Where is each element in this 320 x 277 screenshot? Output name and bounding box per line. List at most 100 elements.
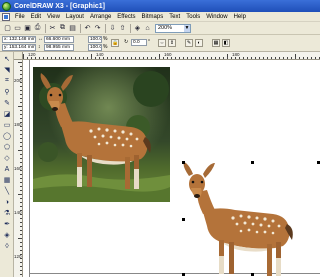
ruler-tick (147, 57, 148, 59)
selection-handle[interactable] (251, 273, 254, 276)
y-position-field[interactable]: y: 153.164 mm (2, 44, 36, 51)
height-field[interactable]: 98.955 mm (44, 44, 74, 51)
width-field[interactable]: 66.600 mm (44, 36, 74, 43)
ruler-label: 140 (14, 210, 22, 215)
app-launcher-icon[interactable]: ◈ (133, 24, 142, 33)
shape-tool-icon[interactable]: ◥ (2, 65, 12, 75)
toolbar-separator (45, 23, 46, 33)
scale-height-field[interactable]: 100.0 (88, 44, 102, 51)
table-tool-icon[interactable]: ▦ (2, 175, 12, 185)
trace-bitmap-icon[interactable]: ◐ (195, 39, 203, 47)
import-icon[interactable]: ⇩ (108, 24, 117, 33)
ruler-tick (20, 250, 22, 251)
ruler-tick (20, 134, 22, 135)
mirror-vertical-icon[interactable]: ⇕ (168, 39, 176, 47)
menu-text[interactable]: Text (166, 14, 183, 20)
smart-fill-icon[interactable]: ◪ (2, 109, 12, 119)
selection-handle[interactable] (182, 273, 185, 276)
ruler-tick (43, 57, 44, 59)
ruler-tick (247, 57, 248, 59)
ruler-tick (20, 190, 22, 191)
chevron-down-icon[interactable]: ▼ (184, 24, 190, 32)
ruler-tick (139, 57, 140, 59)
ruler-tick (303, 57, 304, 59)
interactive-blend-icon[interactable]: ◑ (2, 197, 12, 207)
ruler-tick (283, 57, 284, 59)
horizontal-ruler[interactable]: 120 140 160 180 (14, 52, 320, 60)
ruler-tick (115, 57, 116, 59)
menu-view[interactable]: View (44, 14, 63, 20)
ruler-label: 120 (28, 52, 36, 57)
eyedropper-tool-icon[interactable]: ⚗ (2, 208, 12, 218)
connector-tool-icon[interactable]: ╲ (2, 186, 12, 196)
ruler-tick (203, 57, 204, 59)
undo-icon[interactable]: ↶ (83, 24, 92, 33)
color-mask-icon[interactable]: ◧ (222, 39, 230, 47)
x-position-field[interactable]: x: 132.148 mm (2, 36, 36, 43)
mirror-horizontal-icon[interactable]: ⇔ (158, 39, 166, 47)
welcome-icon[interactable]: ⌂ (143, 24, 152, 33)
ruler-label: 160 (164, 52, 172, 57)
crop-tool-icon[interactable]: ⌗ (2, 76, 12, 86)
menu-help[interactable]: Help (231, 14, 249, 20)
print-icon[interactable]: ⎙ (33, 24, 42, 33)
resample-icon[interactable]: ▦ (212, 39, 220, 47)
vertical-ruler[interactable]: 200 180 160 140 120 (14, 60, 23, 277)
menu-bitmaps[interactable]: Bitmaps (139, 14, 167, 20)
ellipse-tool-icon[interactable]: ◯ (2, 131, 12, 141)
ruler-tick (20, 142, 22, 143)
zoom-tool-icon[interactable]: ⚲ (2, 87, 12, 97)
interactive-fill-icon[interactable]: ◊ (2, 241, 12, 251)
redo-icon[interactable]: ↷ (93, 24, 102, 33)
ruler-tick (255, 57, 256, 59)
ruler-tick (267, 57, 268, 59)
basic-shapes-icon[interactable]: ◇ (2, 153, 12, 163)
deer-photo-graphic (33, 67, 170, 202)
ruler-tick (87, 57, 88, 59)
ruler-tick (315, 57, 316, 59)
polygon-tool-icon[interactable]: ⬠ (2, 142, 12, 152)
selection-handle[interactable] (251, 161, 254, 164)
document-icon[interactable] (2, 12, 10, 21)
ruler-tick (20, 182, 22, 183)
fill-tool-icon[interactable]: ◈ (2, 230, 12, 240)
menu-layout[interactable]: Layout (63, 14, 87, 20)
freehand-tool-icon[interactable]: ✎ (2, 98, 12, 108)
menu-edit[interactable]: Edit (28, 14, 44, 20)
ruler-tick (18, 106, 22, 107)
ruler-tick (135, 57, 136, 59)
selection-handle[interactable] (182, 161, 185, 164)
scale-width-field[interactable]: 100.0 (88, 36, 102, 43)
menu-arrange[interactable]: Arrange (87, 14, 114, 20)
new-icon[interactable]: ▢ (3, 24, 12, 33)
deer-photo-original[interactable] (33, 67, 170, 202)
open-icon[interactable]: ▭ (13, 24, 22, 33)
ruler-origin[interactable] (14, 52, 23, 60)
rotation-field[interactable]: 0.0 (131, 39, 147, 46)
pick-tool-icon[interactable]: ↖ (2, 54, 12, 64)
drawing-canvas[interactable] (23, 60, 320, 277)
export-icon[interactable]: ⇧ (118, 24, 127, 33)
cut-icon[interactable]: ✂ (48, 24, 57, 33)
copy-icon[interactable]: ⧉ (58, 24, 67, 33)
outline-tool-icon[interactable]: ✒ (2, 219, 12, 229)
menu-tools[interactable]: Tools (183, 14, 203, 20)
text-tool-icon[interactable]: A (2, 164, 12, 174)
ruler-tick (79, 57, 80, 59)
menu-effects[interactable]: Effects (114, 14, 138, 20)
paste-icon[interactable]: ▤ (68, 24, 77, 33)
ruler-tick (287, 57, 288, 59)
deer-cutout-selected[interactable] (183, 162, 318, 277)
ruler-tick (179, 57, 180, 59)
ruler-tick (55, 57, 56, 59)
rectangle-tool-icon[interactable]: ▭ (2, 120, 12, 130)
menu-window[interactable]: Window (203, 14, 230, 20)
edit-bitmap-icon[interactable]: ✎ (185, 39, 193, 47)
ruler-tick (59, 57, 60, 59)
menu-file[interactable]: File (12, 14, 28, 20)
ruler-tick (20, 174, 22, 175)
lock-ratio-icon[interactable]: 🔒 (111, 39, 119, 47)
selection-handle[interactable] (182, 218, 185, 221)
save-icon[interactable]: ▣ (23, 24, 32, 33)
zoom-level-select[interactable]: 200% ▼ (155, 23, 191, 33)
